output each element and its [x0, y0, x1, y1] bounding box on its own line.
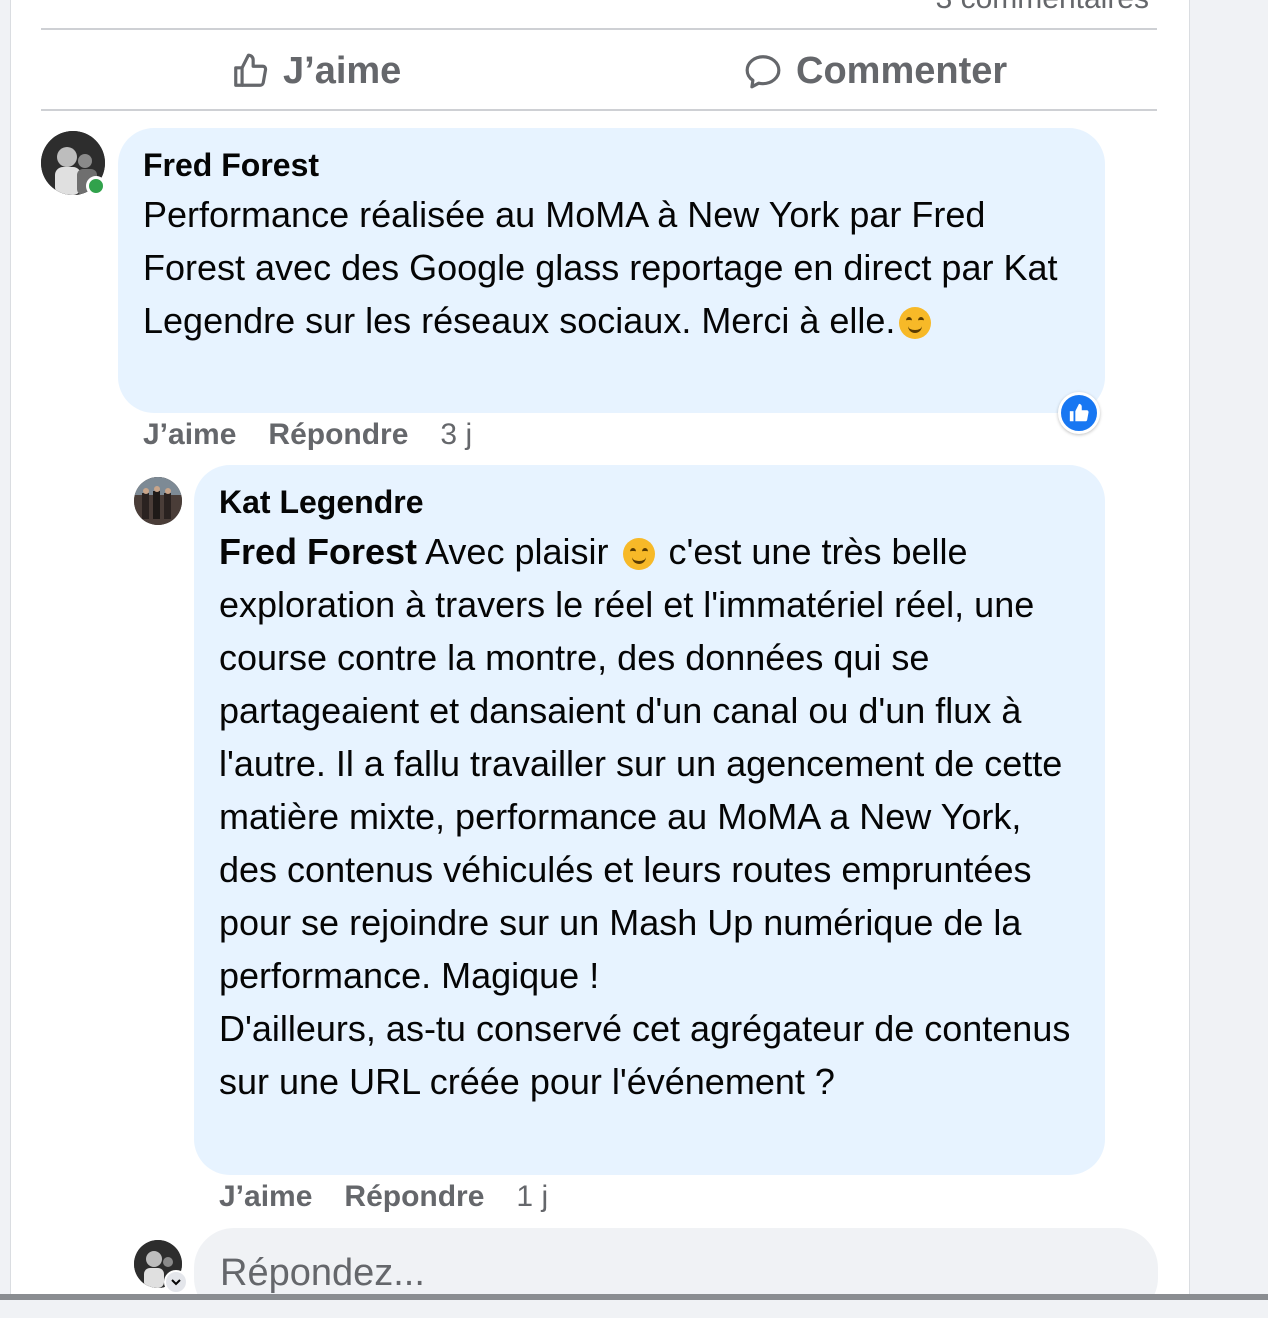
comment-like-link[interactable]: J’aime	[143, 418, 236, 452]
comment-bubble-1: Fred Forest Performance réalisée au MoMA…	[118, 128, 1105, 413]
comment-text-body: c'est une très belle exploration à trave…	[219, 531, 1071, 1102]
comment-text-start: Avec plaisir	[425, 531, 609, 572]
window-bottom-edge	[0, 1294, 1268, 1300]
comment-timestamp[interactable]: 3 j	[440, 418, 472, 452]
comment-text: Fred Forest Avec plaisir c'est une très …	[219, 525, 1079, 1108]
comment-bubble-2: Kat Legendre Fred Forest Avec plaisir c'…	[194, 465, 1105, 1175]
divider-top	[41, 28, 1157, 30]
divider-actions	[41, 109, 1157, 111]
comment-author[interactable]: Kat Legendre	[219, 483, 1079, 521]
thumbs-up-icon	[234, 53, 268, 87]
speech-bubble-icon	[745, 55, 781, 89]
avatar-photo	[134, 477, 182, 525]
like-action-label: J’aime	[283, 49, 402, 92]
smiling-emoji-icon	[622, 538, 655, 570]
mention-link[interactable]: Fred Forest	[219, 531, 417, 572]
comment-like-link[interactable]: J’aime	[219, 1180, 312, 1214]
account-switch-chevron[interactable]	[164, 1270, 188, 1294]
comment-reply-link[interactable]: Répondre	[268, 418, 408, 452]
comment-reply-link[interactable]: Répondre	[344, 1180, 484, 1214]
smiling-emoji-icon	[899, 307, 932, 339]
comment-action-label: Commenter	[796, 49, 1008, 92]
online-status-dot	[86, 176, 106, 196]
comment-timestamp[interactable]: 1 j	[516, 1180, 548, 1214]
comment-author[interactable]: Fred Forest	[143, 146, 1079, 184]
like-reaction-badge[interactable]	[1058, 392, 1100, 434]
avatar-kat-legendre[interactable]	[134, 477, 182, 525]
comment-action-button[interactable]: Commenter	[744, 46, 1007, 96]
reply-input[interactable]	[194, 1228, 1158, 1318]
comment-meta-2: J’aime Répondre 1 j	[219, 1180, 548, 1214]
comment-text: Performance réalisée au MoMA à New York …	[143, 188, 1079, 347]
post-panel: 3 commentaires J’aime Commenter Fred For…	[10, 0, 1190, 1318]
like-action-button[interactable]: J’aime	[231, 46, 401, 96]
comment-meta-1: J’aime Répondre 3 j	[143, 418, 472, 452]
thumbs-up-icon	[1069, 403, 1089, 422]
chevron-down-icon	[171, 1279, 181, 1286]
comment-count[interactable]: 3 commentaires	[936, 0, 1149, 16]
